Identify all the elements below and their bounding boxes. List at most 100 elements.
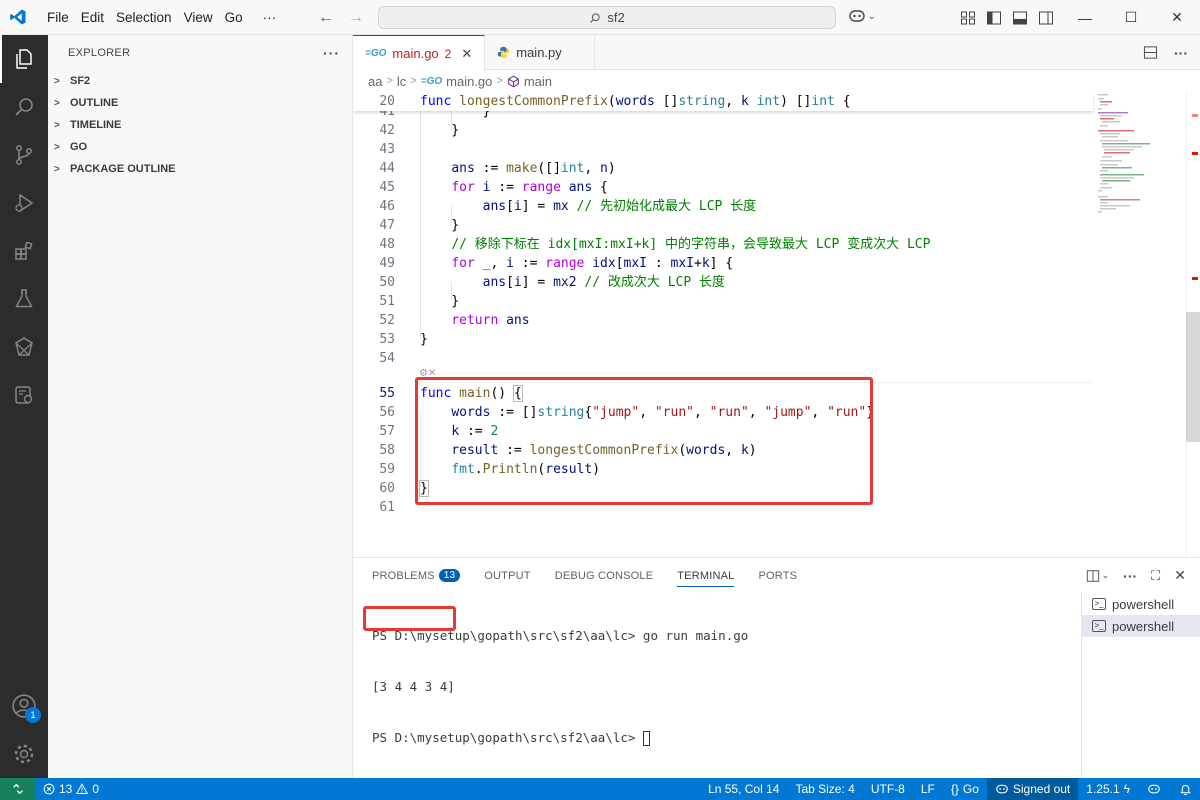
tab-ports[interactable]: PORTS (758, 558, 807, 593)
breadcrumb-folder-aa[interactable]: aa (368, 74, 382, 89)
code-line[interactable]: 54 (353, 349, 1093, 368)
terminal-icon: >_ (1092, 598, 1106, 610)
cursor-position[interactable]: Ln 55, Col 14 (700, 778, 787, 800)
search-icon[interactable] (0, 83, 48, 131)
customize-layout-icon[interactable] (960, 10, 976, 26)
run-debug-icon[interactable] (0, 179, 48, 227)
copilot-status-icon[interactable] (1138, 778, 1170, 800)
editor-vertical-scrollbar[interactable] (1186, 92, 1200, 557)
menu-more[interactable]: ··· (257, 10, 283, 25)
testing-flask-icon[interactable] (0, 275, 48, 323)
code-line[interactable]: 44 ans := make([]int, n) (353, 159, 1093, 178)
vscode-logo-icon (0, 0, 35, 35)
tab-size[interactable]: Tab Size: 4 (787, 778, 862, 800)
section-outline[interactable]: > OUTLINE (48, 92, 352, 114)
breadcrumb-file[interactable]: main.go (446, 74, 492, 89)
code-line[interactable]: 48 // 移除下标在 idx[mxI:mxI+k] 中的字符串，会导致最大 L… (353, 235, 1093, 254)
toggle-primary-sidebar-icon[interactable] (986, 10, 1002, 26)
code-line[interactable]: 43 (353, 140, 1093, 159)
language-mode[interactable]: {} Go (943, 778, 987, 800)
breadcrumb-folder-lc[interactable]: lc (397, 74, 406, 89)
breadcrumb-symbol[interactable]: main (524, 74, 552, 89)
minimize-icon[interactable]: — (1062, 0, 1108, 35)
code-editor[interactable]: 20 func longestCommonPrefix(words []strin… (353, 92, 1200, 557)
section-sf2[interactable]: > SF2 (48, 70, 352, 92)
explorer-icon[interactable] (0, 35, 48, 83)
code-line[interactable]: 45 for i := range ans { (353, 178, 1093, 197)
code-line[interactable]: 50 ans[i] = mx2 // 改成次大 LCP 长度 (353, 273, 1093, 292)
file-encoding[interactable]: UTF-8 (863, 778, 913, 800)
toggle-secondary-sidebar-icon[interactable] (1038, 10, 1054, 26)
maximize-panel-icon[interactable]: ⛶ (1151, 568, 1160, 584)
terminal-item-powershell-2[interactable]: >_ powershell (1082, 615, 1200, 637)
tab-problems[interactable]: PROBLEMS 13 (372, 558, 470, 593)
command-center-search[interactable]: sf2 (378, 6, 836, 29)
code-text: } (420, 332, 428, 347)
line-number: 57 (379, 424, 395, 439)
scrollbar-thumb[interactable] (1186, 312, 1200, 442)
code-line[interactable]: 49 for _, i := range idx[mxI : mxI+k] { (353, 254, 1093, 273)
chevron-right-icon: > (410, 75, 417, 87)
menu-view[interactable]: View (178, 10, 219, 25)
remote-indicator-icon[interactable] (0, 778, 35, 800)
settings-gear-icon[interactable] (0, 730, 48, 778)
maximize-icon[interactable]: ☐ (1108, 0, 1154, 35)
code-line[interactable]: 53} (353, 330, 1093, 349)
remote-explorer-icon[interactable] (0, 323, 48, 371)
section-timeline[interactable]: > TIMELINE (48, 114, 352, 136)
problems-status[interactable]: 13 0 (35, 778, 107, 800)
close-tab-icon[interactable]: ✕ (461, 46, 472, 62)
split-editor-icon[interactable] (1143, 45, 1158, 60)
menu-bar: File Edit Selection View Go ··· (41, 10, 282, 25)
go-version[interactable]: 1.25.1 ϟ (1078, 778, 1138, 800)
section-go[interactable]: > GO (48, 136, 352, 158)
code-line[interactable]: 42 } (353, 121, 1093, 140)
chevron-right-icon: > (54, 75, 60, 87)
back-arrow-icon[interactable]: ← (318, 9, 334, 27)
sticky-scroll-line[interactable]: 20 func longestCommonPrefix(words []strin… (353, 92, 1093, 111)
menu-edit[interactable]: Edit (75, 10, 110, 25)
toggle-panel-icon[interactable] (1012, 10, 1028, 26)
more-actions-icon[interactable]: ··· (1174, 45, 1188, 61)
window-controls: — ☐ ✕ (1062, 0, 1200, 35)
section-package-outline[interactable]: > PACKAGE OUTLINE (48, 158, 352, 180)
copilot-button[interactable]: ⌄ (848, 8, 876, 24)
docker-icon[interactable] (0, 371, 48, 419)
line-number: 42 (379, 123, 395, 138)
more-actions-icon[interactable]: ··· (1123, 568, 1137, 584)
extensions-icon[interactable] (0, 227, 48, 275)
end-of-line[interactable]: LF (913, 778, 943, 800)
account-status[interactable]: Signed out (986, 778, 1079, 800)
code-text: for i := range ans { (451, 180, 608, 195)
terminal-cursor (642, 731, 650, 746)
code-line[interactable]: 51 } (353, 292, 1093, 311)
tab-output[interactable]: OUTPUT (484, 558, 540, 593)
code-line[interactable]: 47 } (353, 216, 1093, 235)
source-control-icon[interactable] (0, 131, 48, 179)
braces-icon: {} (950, 782, 959, 796)
terminal-icon: >_ (1092, 620, 1106, 632)
error-icon (43, 783, 55, 795)
tab-main-go[interactable]: =GO main.go 2 ✕ (353, 35, 486, 71)
split-terminal-icon[interactable]: ⌄ (1086, 569, 1109, 583)
code-line[interactable]: 52 return ans (353, 311, 1093, 330)
tab-main-py[interactable]: main.py (485, 35, 596, 70)
close-panel-icon[interactable]: ✕ (1174, 567, 1186, 584)
notifications-bell-icon[interactable] (1170, 778, 1200, 800)
more-actions-icon[interactable]: ··· (323, 45, 340, 61)
tab-debug-console[interactable]: DEBUG CONSOLE (555, 558, 664, 593)
code-line[interactable]: 46 ans[i] = mx // 先初始化成最大 LCP 长度 (353, 197, 1093, 216)
close-icon[interactable]: ✕ (1154, 0, 1200, 35)
line-number: 56 (379, 405, 395, 420)
terminal-item-powershell-1[interactable]: >_ powershell (1082, 593, 1200, 615)
forward-arrow-icon[interactable]: → (348, 9, 364, 27)
menu-file[interactable]: File (41, 10, 75, 25)
status-bar-right: Ln 55, Col 14 Tab Size: 4 UTF-8 LF {} Go… (700, 778, 1200, 800)
accounts-icon[interactable]: 1 (0, 682, 48, 730)
line-number: 52 (379, 313, 395, 328)
menu-go[interactable]: Go (219, 10, 249, 25)
tab-terminal[interactable]: TERMINAL (677, 558, 744, 593)
chevron-right-icon: > (54, 97, 60, 109)
minimap[interactable] (1096, 92, 1191, 222)
menu-selection[interactable]: Selection (110, 10, 178, 25)
